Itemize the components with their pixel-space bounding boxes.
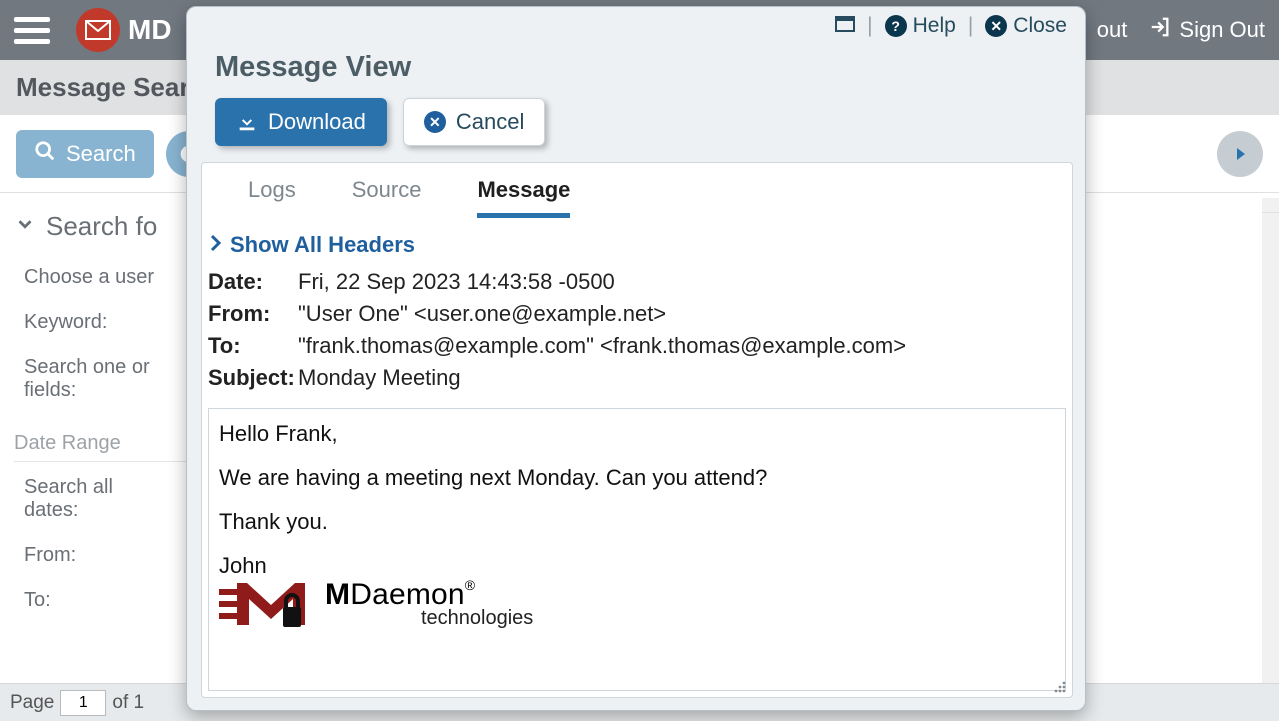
- window-icon[interactable]: [835, 14, 855, 38]
- chevron-down-icon: [14, 211, 36, 242]
- message-headers: Date:Fri, 22 Sep 2023 14:43:58 -0500 Fro…: [202, 264, 1072, 404]
- tab-logs[interactable]: Logs: [248, 177, 296, 218]
- nav-about[interactable]: out: [1097, 17, 1128, 43]
- forward-button[interactable]: [1217, 131, 1263, 177]
- from-date-label: From:: [24, 544, 196, 567]
- resize-grip-icon[interactable]: [1050, 677, 1068, 695]
- cancel-icon: ✕: [424, 111, 446, 133]
- dialog-titlebar: | ? Help | ✕ Close: [187, 7, 1085, 45]
- page-label: Page: [10, 692, 54, 714]
- dialog-heading: Message View: [187, 45, 1085, 98]
- page-input[interactable]: [60, 690, 106, 716]
- message-body-frame: Hello Frank, We are having a meeting nex…: [208, 408, 1066, 691]
- date-range-label: Date Range: [14, 432, 196, 462]
- header-to-key: To:: [208, 333, 298, 359]
- to-date-label: To:: [24, 589, 196, 612]
- help-icon: ?: [885, 15, 907, 37]
- download-icon: [236, 111, 258, 133]
- nav-signout[interactable]: Sign Out: [1149, 16, 1265, 44]
- message-body[interactable]: Hello Frank, We are having a meeting nex…: [209, 409, 1065, 690]
- header-subject-key: Subject:: [208, 365, 298, 391]
- page-scrollbar[interactable]: [1262, 198, 1279, 683]
- app-logo: MD: [76, 8, 172, 52]
- header-from-value: "User One" <user.one@example.net>: [298, 301, 1066, 327]
- body-line: Hello Frank,: [219, 421, 1055, 447]
- dialog-content: Logs Source Message Show All Headers Dat…: [201, 162, 1073, 698]
- header-date-key: Date:: [208, 269, 298, 295]
- show-all-headers-link[interactable]: Show All Headers: [204, 218, 1072, 264]
- chevron-right-icon: [208, 232, 222, 258]
- header-to-value: "frank.thomas@example.com" <frank.thomas…: [298, 333, 1066, 359]
- signature-text: MDaemon® technologies: [325, 580, 533, 628]
- search-sidebar: Search fo Choose a user Keyword: Search …: [0, 193, 210, 683]
- page-of: of 1: [112, 692, 144, 714]
- mdaemon-mark-icon: [219, 577, 315, 631]
- close-icon: ✕: [985, 15, 1007, 37]
- sidebar-heading[interactable]: Search fo: [14, 211, 196, 242]
- header-date-value: Fri, 22 Sep 2023 14:43:58 -0500: [298, 269, 1066, 295]
- choose-user-label: Choose a user: [24, 266, 196, 289]
- search-one-label: Search one orfields:: [24, 356, 196, 402]
- header-from-key: From:: [208, 301, 298, 327]
- close-link[interactable]: ✕ Close: [985, 14, 1067, 38]
- envelope-icon: [76, 8, 120, 52]
- dialog-buttons: Download ✕ Cancel: [187, 98, 1085, 160]
- separator: |: [867, 14, 872, 38]
- signature-logo: MDaemon® technologies: [219, 577, 1055, 631]
- help-link[interactable]: ? Help: [885, 14, 956, 38]
- search-all-dates-label: Search alldates:: [24, 476, 196, 522]
- tab-source[interactable]: Source: [352, 177, 422, 218]
- search-icon: [34, 140, 56, 168]
- separator: |: [968, 14, 973, 38]
- download-button[interactable]: Download: [215, 98, 387, 146]
- message-view-dialog: | ? Help | ✕ Close Message View Download…: [186, 6, 1086, 711]
- signout-icon: [1149, 16, 1171, 44]
- header-subject-value: Monday Meeting: [298, 365, 1066, 391]
- tab-message[interactable]: Message: [477, 177, 570, 218]
- search-button[interactable]: Search: [16, 130, 154, 178]
- body-line: John: [219, 553, 1055, 579]
- keyword-label: Keyword:: [24, 311, 196, 334]
- body-line: We are having a meeting next Monday. Can…: [219, 465, 1055, 491]
- logo-text: MD: [128, 14, 172, 46]
- tabs: Logs Source Message: [202, 163, 1072, 218]
- body-line: Thank you.: [219, 509, 1055, 535]
- menu-icon[interactable]: [14, 8, 58, 52]
- cancel-button[interactable]: ✕ Cancel: [403, 98, 545, 146]
